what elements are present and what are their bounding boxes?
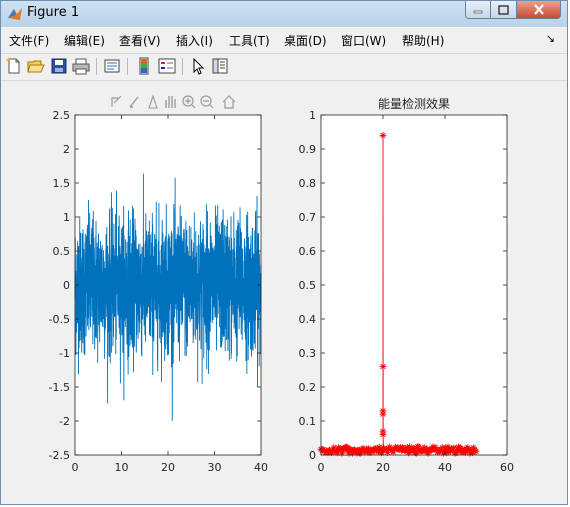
maximize-button[interactable] [491,1,517,19]
y-tick-label: 0 [63,279,70,292]
y-tick-label: 1 [309,109,316,122]
menu-tools[interactable]: 工具(T) [229,32,270,49]
brush-icon [129,96,139,108]
close-button[interactable] [517,1,561,19]
y-tick-label: -1.5 [49,381,70,394]
menu-help[interactable]: 帮助(H) [402,32,444,49]
x-tick-label: 60 [500,461,514,474]
legend-icon[interactable] [158,57,176,75]
close-icon [533,4,544,15]
y-tick-label: 0 [309,449,316,462]
x-tick-label: 10 [115,461,129,474]
menu-bar: 文件(F) 编辑(E) 查看(V) 插入(I) 工具(T) 桌面(D) 窗口(W… [1,29,567,51]
y-tick-label: -2 [59,415,70,428]
y-tick-label: -2.5 [49,449,70,462]
menu-dock-arrow[interactable]: ↘ [546,32,555,45]
y-tick-label: 0.1 [299,415,317,428]
y-tick-label: 0.5 [53,245,71,258]
y-tick-label: 0.8 [299,177,317,190]
chart-title: 能量检测效果 [378,96,450,111]
minimize-icon [473,10,483,13]
menu-file[interactable]: 文件(F) [9,32,49,49]
y-tick-label: 0.4 [299,313,317,326]
new-figure-icon[interactable] [5,57,23,75]
save-icon[interactable] [50,57,68,75]
y-tick-label: 0.3 [299,347,317,360]
y-tick-label: -0.5 [49,313,70,326]
y-tick-label: 0.2 [299,381,317,394]
star-marker [379,132,387,139]
y-tick-label: 0.5 [299,279,317,292]
figure-toolbar [1,53,567,81]
colorbar-icon[interactable] [135,57,153,75]
menu-insert[interactable]: 插入(I) [176,32,213,49]
zoom-in-glyph [185,98,196,109]
energy-point [379,363,387,370]
x-tick-label: 20 [161,461,175,474]
link-plot-icon[interactable] [103,57,121,75]
y-tick-label: 0.9 [299,143,317,156]
menu-window[interactable]: 窗口(W) [341,32,386,49]
y-tick-label: 2.5 [53,109,71,122]
x-tick-label: 40 [438,461,452,474]
open-file-icon[interactable] [27,57,45,75]
window-title: Figure 1 [27,5,80,20]
property-inspector-icon[interactable] [211,57,229,75]
y-tick-label: 0.6 [299,245,317,258]
menu-view[interactable]: 查看(V) [119,32,161,49]
plots-svg: -2.5-2-1.5-1-0.500.511.522.50 10 20 30 4000.… [49,94,514,474]
axes-background [321,115,507,455]
toolbar-separator [96,58,97,75]
matlab-logo-icon [8,8,22,20]
axes-toolbar [111,94,236,109]
data-cursor-icon [148,94,158,109]
menu-edit[interactable]: 编辑(E) [64,32,105,49]
export-icon [111,95,122,107]
title-bar[interactable]: Figure 1 [1,1,567,27]
minimize-button[interactable] [465,1,491,19]
x-tick-label: 0 [72,461,79,474]
y-tick-label: 1 [63,211,70,224]
y-tick-label: -1 [59,347,70,360]
y-tick-label: 2 [63,143,70,156]
star-marker [379,363,387,370]
pan-icon [165,96,176,108]
toolbar-separator [127,58,128,75]
figure-window: Figure 1 文件(F) 编辑(E) 查看(V) 插入(I) 工具(T) 桌… [0,0,568,505]
maximize-icon [498,4,509,15]
toolbar-separator [182,58,183,75]
energy-point [379,431,387,438]
x-tick-label: 30 [208,461,222,474]
x-tick-label: 40 [254,461,268,474]
menu-desktop[interactable]: 桌面(D) [284,32,327,49]
y-tick-label: 1.5 [53,177,71,190]
figure-canvas: -2.5 -2 -1.5 -1 -0.5 0 0.5 1 1.5 2 2.5 0 10 20 30 40 0 0.… [7,81,561,499]
y-tick-label: 0.7 [299,211,317,224]
x-tick-label: 20 [376,461,390,474]
print-icon[interactable] [72,57,90,75]
star-marker [379,431,387,438]
home-icon [222,95,236,109]
energy-point [379,132,387,139]
x-tick-label: 0 [318,461,325,474]
pointer-icon[interactable] [189,57,207,75]
